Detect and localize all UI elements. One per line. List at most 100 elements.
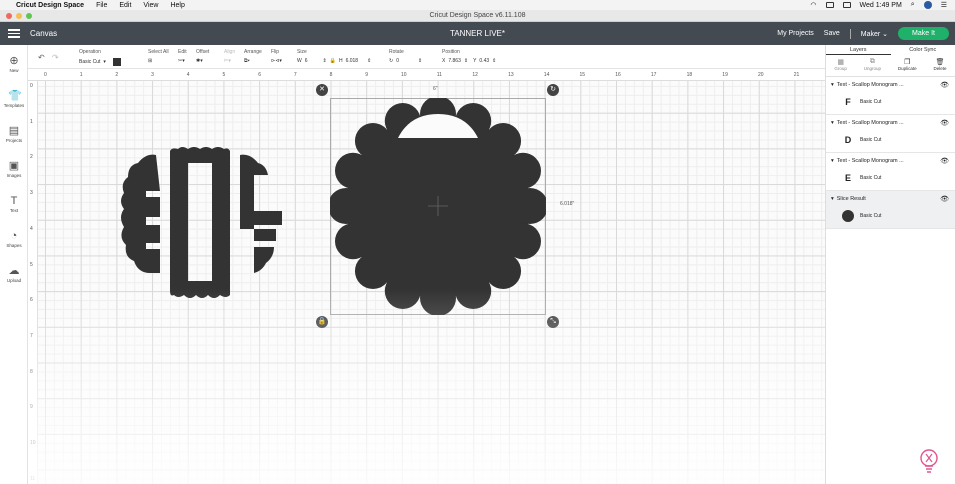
sidebar-item-label: Shapes <box>6 243 22 248</box>
my-projects-link[interactable]: My Projects <box>777 30 814 37</box>
stepper-icon[interactable]: ⇕ <box>367 58 371 64</box>
search-icon[interactable]: ⌕ <box>911 1 915 9</box>
machine-label: Maker <box>860 30 881 38</box>
ruler-tick-label: 18 <box>686 72 693 78</box>
make-it-button[interactable]: Make It <box>898 27 949 40</box>
tab-color-sync[interactable]: Color Sync <box>891 45 955 55</box>
machine-select[interactable]: Maker ⌄ <box>861 30 888 38</box>
lock-handle-icon[interactable]: 🔒 <box>316 316 328 328</box>
ungroup-label: Ungroup <box>863 66 882 71</box>
menubar-clock[interactable]: Wed 1:49 PM <box>860 2 902 9</box>
save-button[interactable]: Save <box>824 30 840 37</box>
scallop-bump <box>354 122 391 159</box>
duplicate-button[interactable]: ❐ Duplicate <box>898 55 917 76</box>
close-window-button[interactable] <box>6 13 12 19</box>
x-input[interactable]: 7.863 <box>448 58 461 64</box>
ungroup-button[interactable]: ⧉ Ungroup <box>864 55 881 76</box>
operation-select[interactable]: Basic Cut ▾ <box>79 58 121 66</box>
edit-button[interactable]: ✂▾ <box>178 58 187 64</box>
stepper-icon[interactable]: ⇕ <box>323 58 327 64</box>
color-swatch[interactable] <box>112 58 121 66</box>
ruler-tick-label: 8 <box>30 368 33 375</box>
sidebar-item-label: New <box>9 68 19 73</box>
edf-monogram[interactable] <box>116 145 286 303</box>
visibility-eye-icon[interactable]: 👁 <box>940 119 949 127</box>
control-center-icon[interactable]: ☰ <box>941 1 947 9</box>
menu-edit[interactable]: Edit <box>119 2 131 9</box>
tab-layers[interactable]: Layers <box>826 45 891 55</box>
menubar-app-name[interactable]: Cricut Design Space <box>16 2 84 9</box>
sidebar-item-projects[interactable]: ▤ Projects <box>0 125 28 143</box>
stepper-icon[interactable]: ⇕ <box>464 58 468 64</box>
redo-icon[interactable]: ↷ <box>52 53 59 62</box>
layer-thumbnail: D <box>844 135 852 145</box>
visibility-eye-icon[interactable]: 👁 <box>940 157 949 165</box>
sidebar-item-shapes[interactable]: ◔ Shapes <box>0 230 28 248</box>
user-avatar[interactable] <box>923 1 932 9</box>
visibility-eye-icon[interactable]: 👁 <box>940 195 949 203</box>
menu-help[interactable]: Help <box>170 2 184 9</box>
battery-icon[interactable] <box>842 2 851 8</box>
ruler-tick-label: 0 <box>44 72 47 78</box>
height-dimension: 6.018" <box>560 201 575 207</box>
rotate-handle-icon[interactable]: ↻ <box>547 84 559 96</box>
rotate-label: Rotate <box>389 49 404 55</box>
delete-label: Delete <box>933 66 947 71</box>
sidebar-item-text[interactable]: T Text <box>0 195 28 213</box>
arrange-button[interactable]: ⧉▾ <box>244 58 262 64</box>
stepper-icon[interactable]: ⇕ <box>418 58 422 64</box>
caret-icon[interactable]: ▾ <box>831 196 834 202</box>
width-input[interactable]: 6 <box>305 58 308 64</box>
layer-thumbnail: F <box>845 97 851 107</box>
wifi-icon[interactable]: ◠ <box>810 1 816 9</box>
height-input[interactable]: 6.018 <box>346 58 359 64</box>
sidebar-item-templates[interactable]: 👕 Templates <box>0 90 28 108</box>
size-fields: W 6 ⇕ 🔒 H 6.018 ⇕ <box>297 58 371 64</box>
delete-button[interactable]: 🗑 Delete <box>934 55 947 76</box>
group-button[interactable]: ▦ Group <box>834 55 847 76</box>
offset-button[interactable]: ✱▾ <box>196 58 209 64</box>
flip-button[interactable]: ⊳⊲▾ <box>271 58 282 64</box>
menu-file[interactable]: File <box>96 2 107 9</box>
delete-handle-icon[interactable]: ✕ <box>316 84 328 96</box>
layer-group-d[interactable]: ▾ Text - Scallop Monogram ... 👁 D Basic Cu… <box>826 115 955 153</box>
caret-icon[interactable]: ▾ <box>831 120 834 126</box>
visibility-eye-icon[interactable]: 👁 <box>940 81 949 89</box>
rotate-input[interactable]: 0 <box>396 58 399 64</box>
ruler-tick-label: 9 <box>30 404 33 411</box>
ruler-tick-label: 17 <box>650 72 657 78</box>
ruler-tick-label: 11 <box>30 475 36 482</box>
resize-handle-icon[interactable]: ⤡ <box>547 316 559 328</box>
lock-icon[interactable]: 🔒 <box>330 58 336 64</box>
display-icon[interactable] <box>825 2 834 8</box>
zoom-window-button[interactable] <box>26 13 32 19</box>
align-button[interactable]: ⊨▾ <box>224 58 235 64</box>
undo-icon[interactable]: ↶ <box>38 53 45 62</box>
sidebar-item-new[interactable]: ⊕ New <box>0 55 28 73</box>
design-canvas[interactable]: 0 1 2 3 4 5 6 7 8 9 10 11 12 13 14 15 16 17 18 19 20 21 01234… <box>28 69 825 484</box>
sidebar-item-upload[interactable]: ☁ Upload <box>0 265 28 283</box>
sidebar-item-images[interactable]: ▣ Images <box>0 160 28 178</box>
scallop-bump <box>504 223 541 260</box>
y-input[interactable]: 0.43 <box>479 58 489 64</box>
plus-circle-icon: ⊕ <box>9 55 19 67</box>
minimize-window-button[interactable] <box>16 13 22 19</box>
layer-operation: Basic Cut <box>860 99 882 105</box>
ruler-tick-label: 16 <box>615 72 621 78</box>
layer-group-slice-result[interactable]: ▾ Slice Result 👁 Basic Cut <box>826 191 955 229</box>
layer-title: Text - Scallop Monogram ... <box>836 120 904 126</box>
ruler-tick-label: 21 <box>793 72 800 78</box>
layer-operation: Basic Cut <box>860 175 882 181</box>
caret-icon[interactable]: ▾ <box>831 82 834 88</box>
sidebar-item-label: Templates <box>3 103 25 108</box>
select-all-button[interactable]: ⊞ <box>148 58 169 64</box>
caret-icon[interactable]: ▾ <box>831 158 834 164</box>
scallop-bump <box>485 253 522 290</box>
layer-group-e[interactable]: ▾ Text - Scallop Monogram ... 👁 E Basic Cu… <box>826 153 955 191</box>
scallop-slice-shape[interactable] <box>330 98 546 315</box>
ruler-tick-label: 12 <box>472 72 478 78</box>
layer-group-f[interactable]: ▾ Text - Scallop Monogram ... 👁 F Basic Cu… <box>826 77 955 115</box>
menu-view[interactable]: View <box>143 2 158 9</box>
stepper-icon[interactable]: ⇕ <box>492 58 496 64</box>
menu-icon[interactable] <box>8 29 20 38</box>
